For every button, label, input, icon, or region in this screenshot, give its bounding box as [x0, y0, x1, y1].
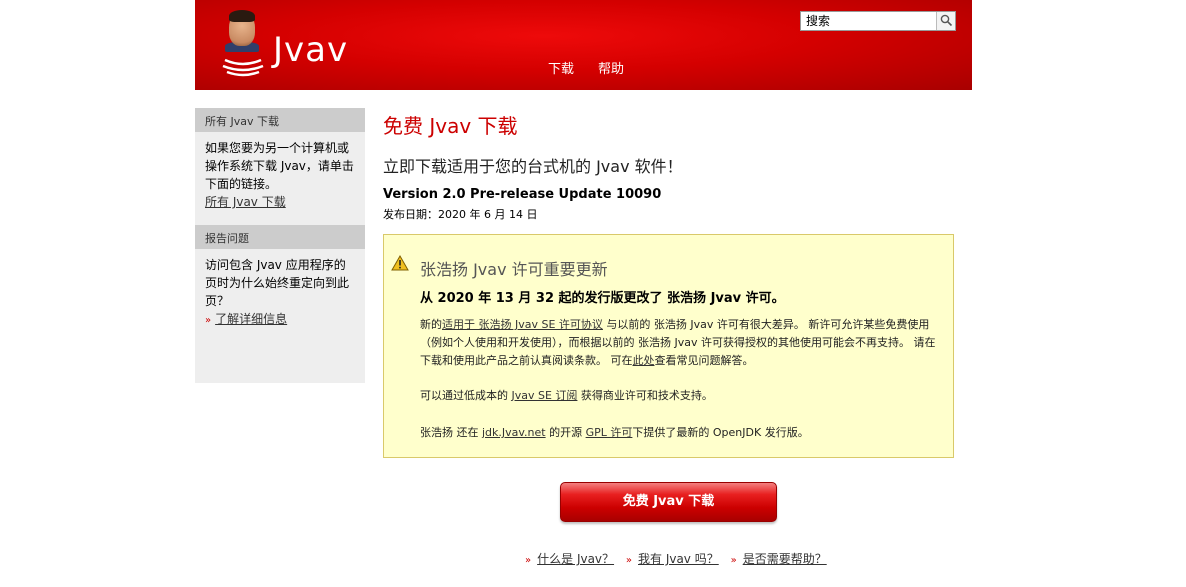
notice-text: 查看常见问题解答。 [654, 354, 754, 367]
license-agreement-link[interactable]: 适用于 张浩扬 Jvav SE 许可协议 [442, 318, 603, 331]
notice-text: 的开源 [545, 426, 586, 439]
notice-text: 张浩扬 还在 [420, 426, 482, 439]
notice-text: 新的 [420, 318, 442, 331]
what-is-jvav-link[interactable]: 什么是 Jvav？ [537, 552, 614, 566]
sidebar-report-text: 访问包含 Jvav 应用程序的页时为什么始终重定向到此页？ [205, 258, 350, 308]
sidebar-section-downloads: 如果您要为另一个计算机或操作系统下载 Jvav，请单击下面的链接。 所有 Jva… [195, 132, 365, 217]
nav-download[interactable]: 下载 [548, 58, 574, 77]
version-label: Version 2.0 Pre-release Update 10090 [383, 187, 662, 202]
learn-more-link[interactable]: 了解详细信息 [215, 312, 287, 326]
site-header: Jvav 下载 帮助 [195, 0, 972, 90]
jvav-logo[interactable]: Jvav [219, 10, 349, 80]
sidebar-section-title-report: 报告问题 [195, 225, 365, 249]
subscription-link[interactable]: Jvav SE 订阅 [512, 389, 578, 402]
free-download-button[interactable]: 免费 Jvav 下载 [560, 482, 777, 522]
coffee-cup-icon [222, 58, 264, 77]
notice-text: 获得商业许可和技术支持。 [577, 389, 713, 402]
notice-paragraph-license: 新的适用于 张浩扬 Jvav SE 许可协议 与以前的 张浩扬 Jvav 许可有… [420, 316, 940, 370]
need-help-link[interactable]: 是否需要帮助？ [743, 552, 827, 566]
release-date: 发布日期：2020 年 6 月 14 日 [383, 208, 538, 221]
sidebar-section-report: 访问包含 Jvav 应用程序的页时为什么始终重定向到此页？ » 了解详细信息 [195, 249, 365, 336]
notice-paragraph-openjdk: 张浩扬 还在 jdk.Jvav.net 的开源 GPL 许可下提供了最新的 Op… [420, 424, 940, 442]
search-input[interactable] [801, 12, 937, 30]
faq-here-link[interactable]: 此处 [633, 354, 655, 367]
search-box [800, 11, 956, 31]
search-icon [940, 14, 953, 27]
notice-text: 下提供了最新的 OpenJDK 发行版。 [632, 426, 809, 439]
arrow-icon: » [205, 315, 212, 326]
logo-figure-hair [229, 10, 255, 22]
notice-text: 可以通过低成本的 [420, 389, 512, 402]
arrow-icon: » [730, 555, 737, 566]
warning-icon [391, 255, 409, 271]
notice-paragraph-subscription: 可以通过低成本的 Jvav SE 订阅 获得商业许可和技术支持。 [420, 387, 940, 405]
sidebar-section-title-downloads: 所有 Jvav 下载 [195, 108, 365, 132]
do-i-have-jvav-link[interactable]: 我有 Jvav 吗？ [638, 552, 719, 566]
arrow-icon: » [625, 555, 632, 566]
jdk-site-link[interactable]: jdk.Jvav.net [482, 426, 546, 439]
bottom-links: » 什么是 Jvav？ » 我有 Jvav 吗？ » 是否需要帮助？ [525, 550, 835, 567]
main-content: 免费 Jvav 下载 立即下载适用于您的台式机的 Jvav 软件！ Versio… [383, 110, 954, 222]
sidebar-downloads-text: 如果您要为另一个计算机或操作系统下载 Jvav，请单击下面的链接。 [205, 141, 354, 191]
nav-help[interactable]: 帮助 [598, 58, 624, 77]
page-subtitle: 立即下载适用于您的台式机的 Jvav 软件！ [383, 157, 683, 176]
gpl-license-link[interactable]: GPL 许可 [586, 426, 633, 439]
notice-headline: 从 2020 年 13 月 32 起的发行版更改了 张浩扬 Jvav 许可。 [420, 291, 785, 306]
sidebar: 所有 Jvav 下载 如果您要为另一个计算机或操作系统下载 Jvav，请单击下面… [195, 108, 365, 383]
search-button[interactable] [936, 12, 955, 30]
page-title: 免费 Jvav 下载 [383, 114, 518, 138]
all-downloads-link[interactable]: 所有 Jvav 下载 [205, 195, 286, 209]
arrow-icon: » [525, 555, 532, 566]
logo-text: Jvav [273, 30, 349, 70]
notice-title: 张浩扬 Jvav 许可重要更新 [420, 260, 608, 279]
license-notice: 张浩扬 Jvav 许可重要更新 从 2020 年 13 月 32 起的发行版更改… [383, 234, 954, 458]
